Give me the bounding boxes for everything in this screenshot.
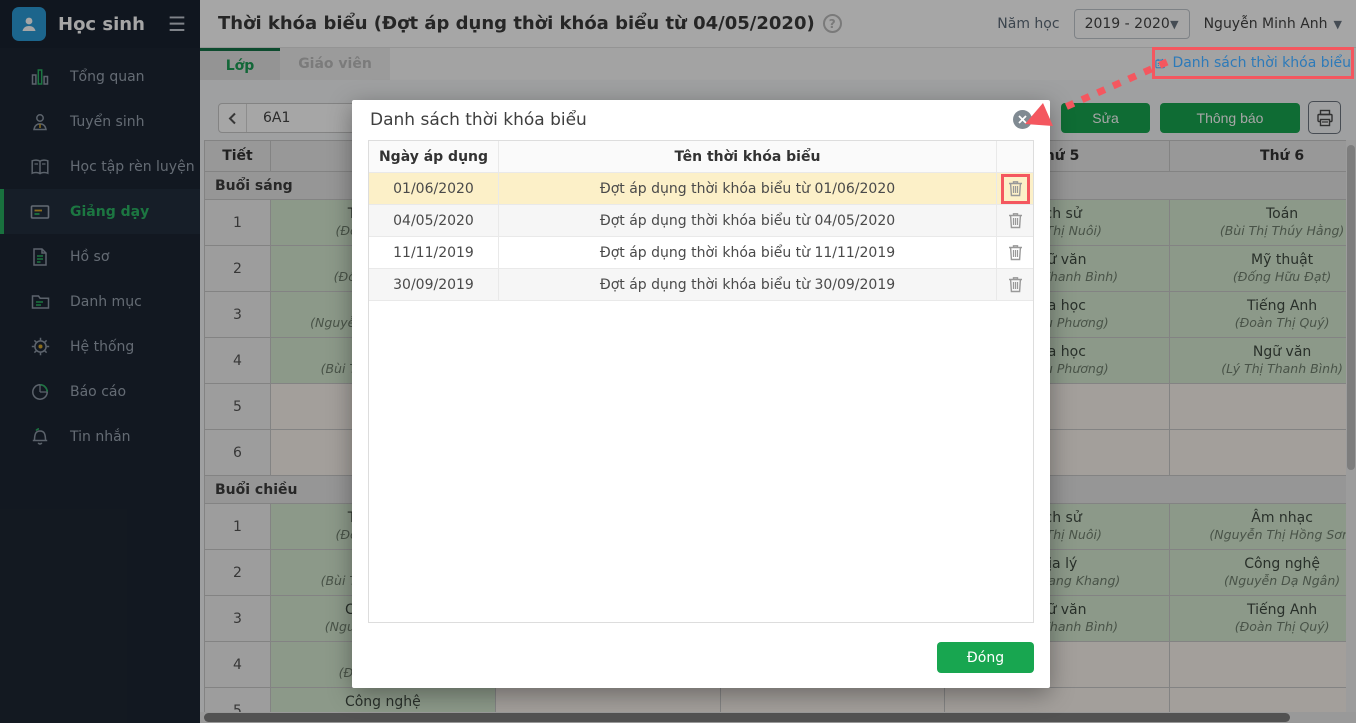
modal-title: Danh sách thời khóa biểu — [370, 110, 587, 130]
calendar-icon — [1155, 58, 1166, 68]
timetable-name: Đợt áp dụng thời khóa biểu từ 11/11/2019 — [499, 237, 997, 268]
column-header-actions — [997, 141, 1033, 172]
apply-date: 11/11/2019 — [369, 237, 499, 268]
apply-date: 01/06/2020 — [369, 173, 499, 204]
column-header-date: Ngày áp dụng — [369, 141, 499, 172]
close-icon[interactable] — [1013, 110, 1032, 129]
timetable-list-row[interactable]: 30/09/2019 Đợt áp dụng thời khóa biểu từ … — [369, 269, 1033, 301]
annotation-trash-box — [1000, 173, 1030, 204]
modal-table: Ngày áp dụng Tên thời khóa biểu 01/06/20… — [368, 140, 1034, 623]
annotation-highlight-box: Danh sách thời khóa biểu — [1152, 47, 1354, 79]
timetable-name: Đợt áp dụng thời khóa biểu từ 01/06/2020 — [499, 173, 997, 204]
timetable-list-row[interactable]: 04/05/2020 Đợt áp dụng thời khóa biểu từ … — [369, 205, 1033, 237]
delete-button[interactable] — [1004, 241, 1026, 265]
app-window: Học sinh ☰ Tổng quan Tuyển sinh Học tập rè… — [0, 0, 1356, 723]
apply-date: 30/09/2019 — [369, 269, 499, 300]
timetable-list-modal: Danh sách thời khóa biểu Ngày áp dụng Tê… — [352, 100, 1050, 688]
delete-button[interactable] — [1004, 209, 1026, 233]
timetable-list-link[interactable]: Danh sách thời khóa biểu — [1172, 55, 1351, 71]
timetable-name: Đợt áp dụng thời khóa biểu từ 30/09/2019 — [499, 269, 997, 300]
modal-table-body: 01/06/2020 Đợt áp dụng thời khóa biểu từ … — [369, 173, 1033, 301]
timetable-list-row[interactable]: 11/11/2019 Đợt áp dụng thời khóa biểu từ … — [369, 237, 1033, 269]
delete-button[interactable] — [1004, 177, 1026, 201]
column-header-name: Tên thời khóa biểu — [499, 141, 997, 172]
delete-button[interactable] — [1004, 273, 1026, 297]
timetable-list-row[interactable]: 01/06/2020 Đợt áp dụng thời khóa biểu từ … — [369, 173, 1033, 205]
apply-date: 04/05/2020 — [369, 205, 499, 236]
timetable-name: Đợt áp dụng thời khóa biểu từ 04/05/2020 — [499, 205, 997, 236]
close-modal-button[interactable]: Đóng — [937, 642, 1034, 673]
modal-table-header: Ngày áp dụng Tên thời khóa biểu — [369, 141, 1033, 173]
